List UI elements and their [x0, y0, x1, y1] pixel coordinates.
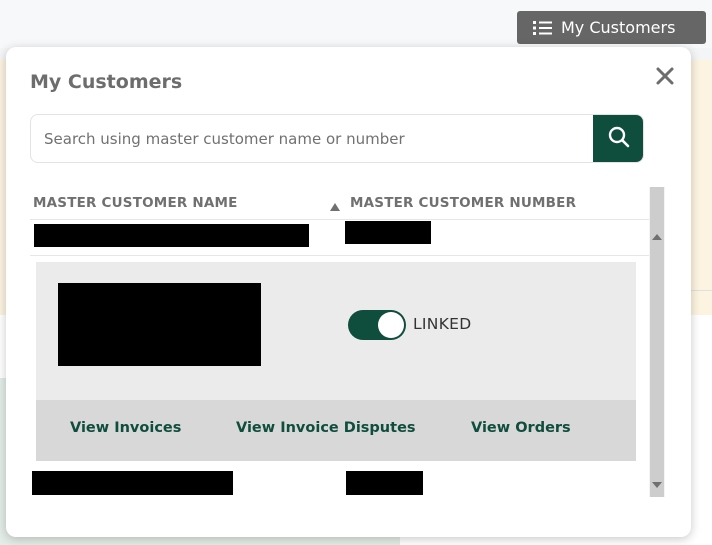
modal-title: My Customers	[30, 71, 183, 93]
scroll-down-icon[interactable]	[651, 475, 663, 488]
column-header-number[interactable]: MASTER CUSTOMER NUMBER	[350, 195, 576, 211]
linked-status-label: LINKED	[413, 315, 472, 333]
list-icon	[533, 20, 552, 36]
expanded-customer-row: LINKED View Invoices View Invoice Disput…	[36, 262, 636, 461]
redacted-customer-name	[32, 471, 233, 495]
redacted-customer-number	[346, 471, 423, 495]
row-divider	[30, 255, 650, 256]
column-header-name[interactable]: MASTER CUSTOMER NAME	[33, 195, 238, 211]
header-divider	[30, 219, 650, 220]
scrollbar[interactable]	[649, 187, 665, 497]
search-input[interactable]	[31, 115, 594, 162]
redacted-customer-name	[34, 224, 309, 247]
my-customers-button[interactable]: My Customers	[517, 11, 706, 44]
scroll-up-icon[interactable]	[651, 227, 663, 240]
row-actions-bar: View Invoices View Invoice Disputes View…	[36, 400, 636, 461]
close-icon[interactable]	[655, 66, 675, 86]
view-invoices-link[interactable]: View Invoices	[70, 420, 181, 436]
my-customers-modal: My Customers MASTER CUSTOMER NAME MASTER…	[6, 47, 691, 537]
redacted-customer-number	[345, 221, 431, 244]
linked-toggle[interactable]	[348, 310, 406, 340]
view-orders-link[interactable]: View Orders	[471, 420, 571, 436]
search-icon	[608, 126, 630, 152]
sort-up-icon[interactable]	[329, 197, 341, 211]
redacted-customer-details	[58, 283, 261, 366]
search-button[interactable]	[593, 115, 643, 162]
search-bar	[30, 114, 644, 163]
toggle-knob	[378, 312, 404, 338]
view-invoice-disputes-link[interactable]: View Invoice Disputes	[236, 420, 416, 436]
my-customers-button-label: My Customers	[561, 18, 676, 37]
